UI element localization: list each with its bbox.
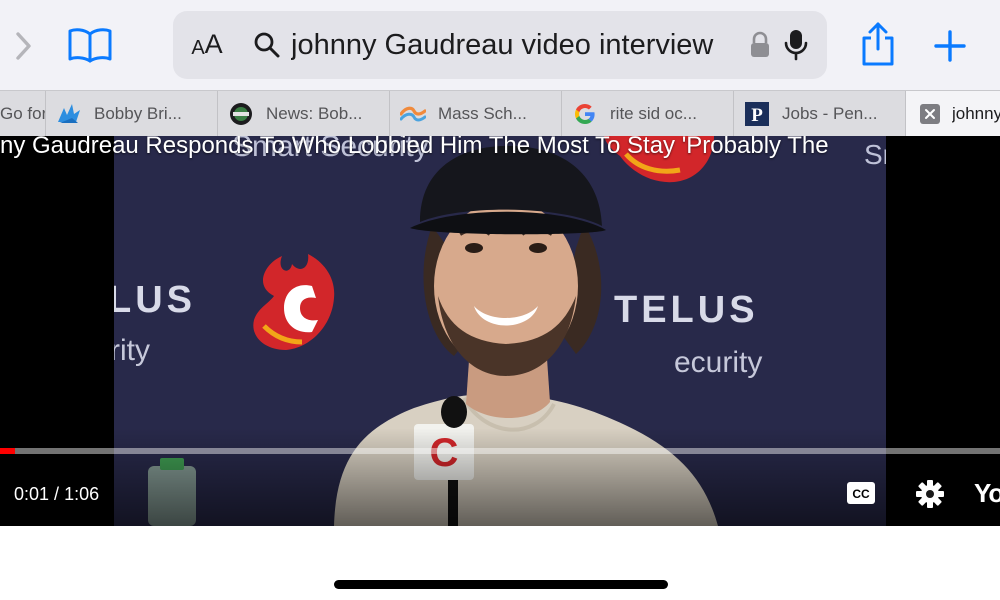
gear-icon	[916, 480, 944, 508]
home-indicator	[334, 580, 668, 589]
security-right-text: ecurity	[674, 346, 762, 379]
telus-left-text: LUS	[114, 279, 196, 321]
browser-toolbar: A A johnny Gaudreau video interview	[0, 0, 1000, 90]
round-logo-icon	[230, 103, 252, 125]
svg-text:P: P	[751, 105, 763, 126]
magnifier-icon	[254, 32, 280, 58]
tab-bobby-bri[interactable]: Bobby Bri...	[46, 91, 218, 137]
google-icon	[575, 104, 595, 124]
address-bar[interactable]: A A johnny Gaudreau video interview	[173, 11, 827, 79]
tab-title: johnny	[952, 104, 1000, 123]
cc-label: CC	[852, 487, 870, 501]
bookmarks-button[interactable]	[62, 22, 118, 68]
blue-bird-icon	[58, 104, 80, 123]
lock-icon	[751, 31, 769, 57]
time-separator: /	[49, 484, 65, 504]
tab-news-bob[interactable]: News: Bob...	[218, 91, 390, 137]
duration: 1:06	[64, 484, 100, 504]
search-query-text[interactable]: johnny Gaudreau video interview	[291, 25, 739, 65]
tab-title: Go for	[0, 104, 45, 123]
settings-button[interactable]	[912, 476, 948, 512]
new-tab-button[interactable]	[922, 20, 978, 72]
telus-right-text: TELUS	[614, 289, 759, 331]
dictation-button[interactable]	[781, 25, 811, 65]
tab-jobs-pen[interactable]: P Jobs - Pen...	[734, 91, 906, 137]
tab-title: Mass Sch...	[438, 104, 527, 123]
p-logo-icon: P	[745, 102, 769, 126]
share-icon	[862, 22, 894, 66]
url-fade	[713, 25, 743, 65]
book-icon	[68, 28, 112, 63]
progress-played	[0, 448, 15, 454]
tab-rite-sid[interactable]: rite sid oc...	[562, 91, 734, 137]
youtube-logo[interactable]: Yo	[974, 476, 1000, 510]
tab-johnny-active[interactable]: johnny	[906, 91, 1000, 137]
reader-text-size-button[interactable]: A A	[185, 27, 229, 63]
close-icon	[925, 109, 935, 119]
video-title: ny Gaudreau Responds To Who Lobbied Him …	[0, 136, 829, 159]
tab-mass-sch[interactable]: Mass Sch...	[390, 91, 562, 137]
tab-title: Bobby Bri...	[94, 104, 182, 123]
cc-icon: CC	[847, 482, 875, 504]
microphone-icon	[784, 30, 808, 61]
current-time: 0:01	[14, 484, 50, 504]
forward-button[interactable]	[6, 26, 40, 66]
tab-title: Jobs - Pen...	[782, 104, 878, 123]
wave-icon	[400, 106, 426, 122]
video-player[interactable]: Smart Security Sr LUS TELUS rity ecurity	[0, 136, 1000, 526]
captions-button[interactable]: CC	[844, 478, 878, 508]
security-left-text: rity	[114, 334, 150, 367]
progress-bar[interactable]	[0, 448, 1000, 454]
tab-title: News: Bob...	[266, 104, 363, 123]
share-button[interactable]	[852, 18, 904, 70]
tab-strip: Go for Bobby Bri... News: Bob... Mass Sc…	[0, 90, 1000, 137]
controls-scrim	[0, 428, 1000, 526]
aa-small-glyph: A	[191, 37, 205, 59]
tab-go-for[interactable]: Go for	[0, 91, 46, 137]
time-display: 0:01 / 1:06	[14, 482, 99, 506]
close-tab-button[interactable]	[920, 104, 940, 124]
chevron-right-icon	[16, 32, 31, 60]
safari-window: A A johnny Gaudreau video interview Go f…	[0, 0, 1000, 600]
plus-icon	[934, 30, 966, 62]
aa-large-glyph: A	[204, 29, 223, 59]
tab-title: rite sid oc...	[610, 104, 697, 123]
